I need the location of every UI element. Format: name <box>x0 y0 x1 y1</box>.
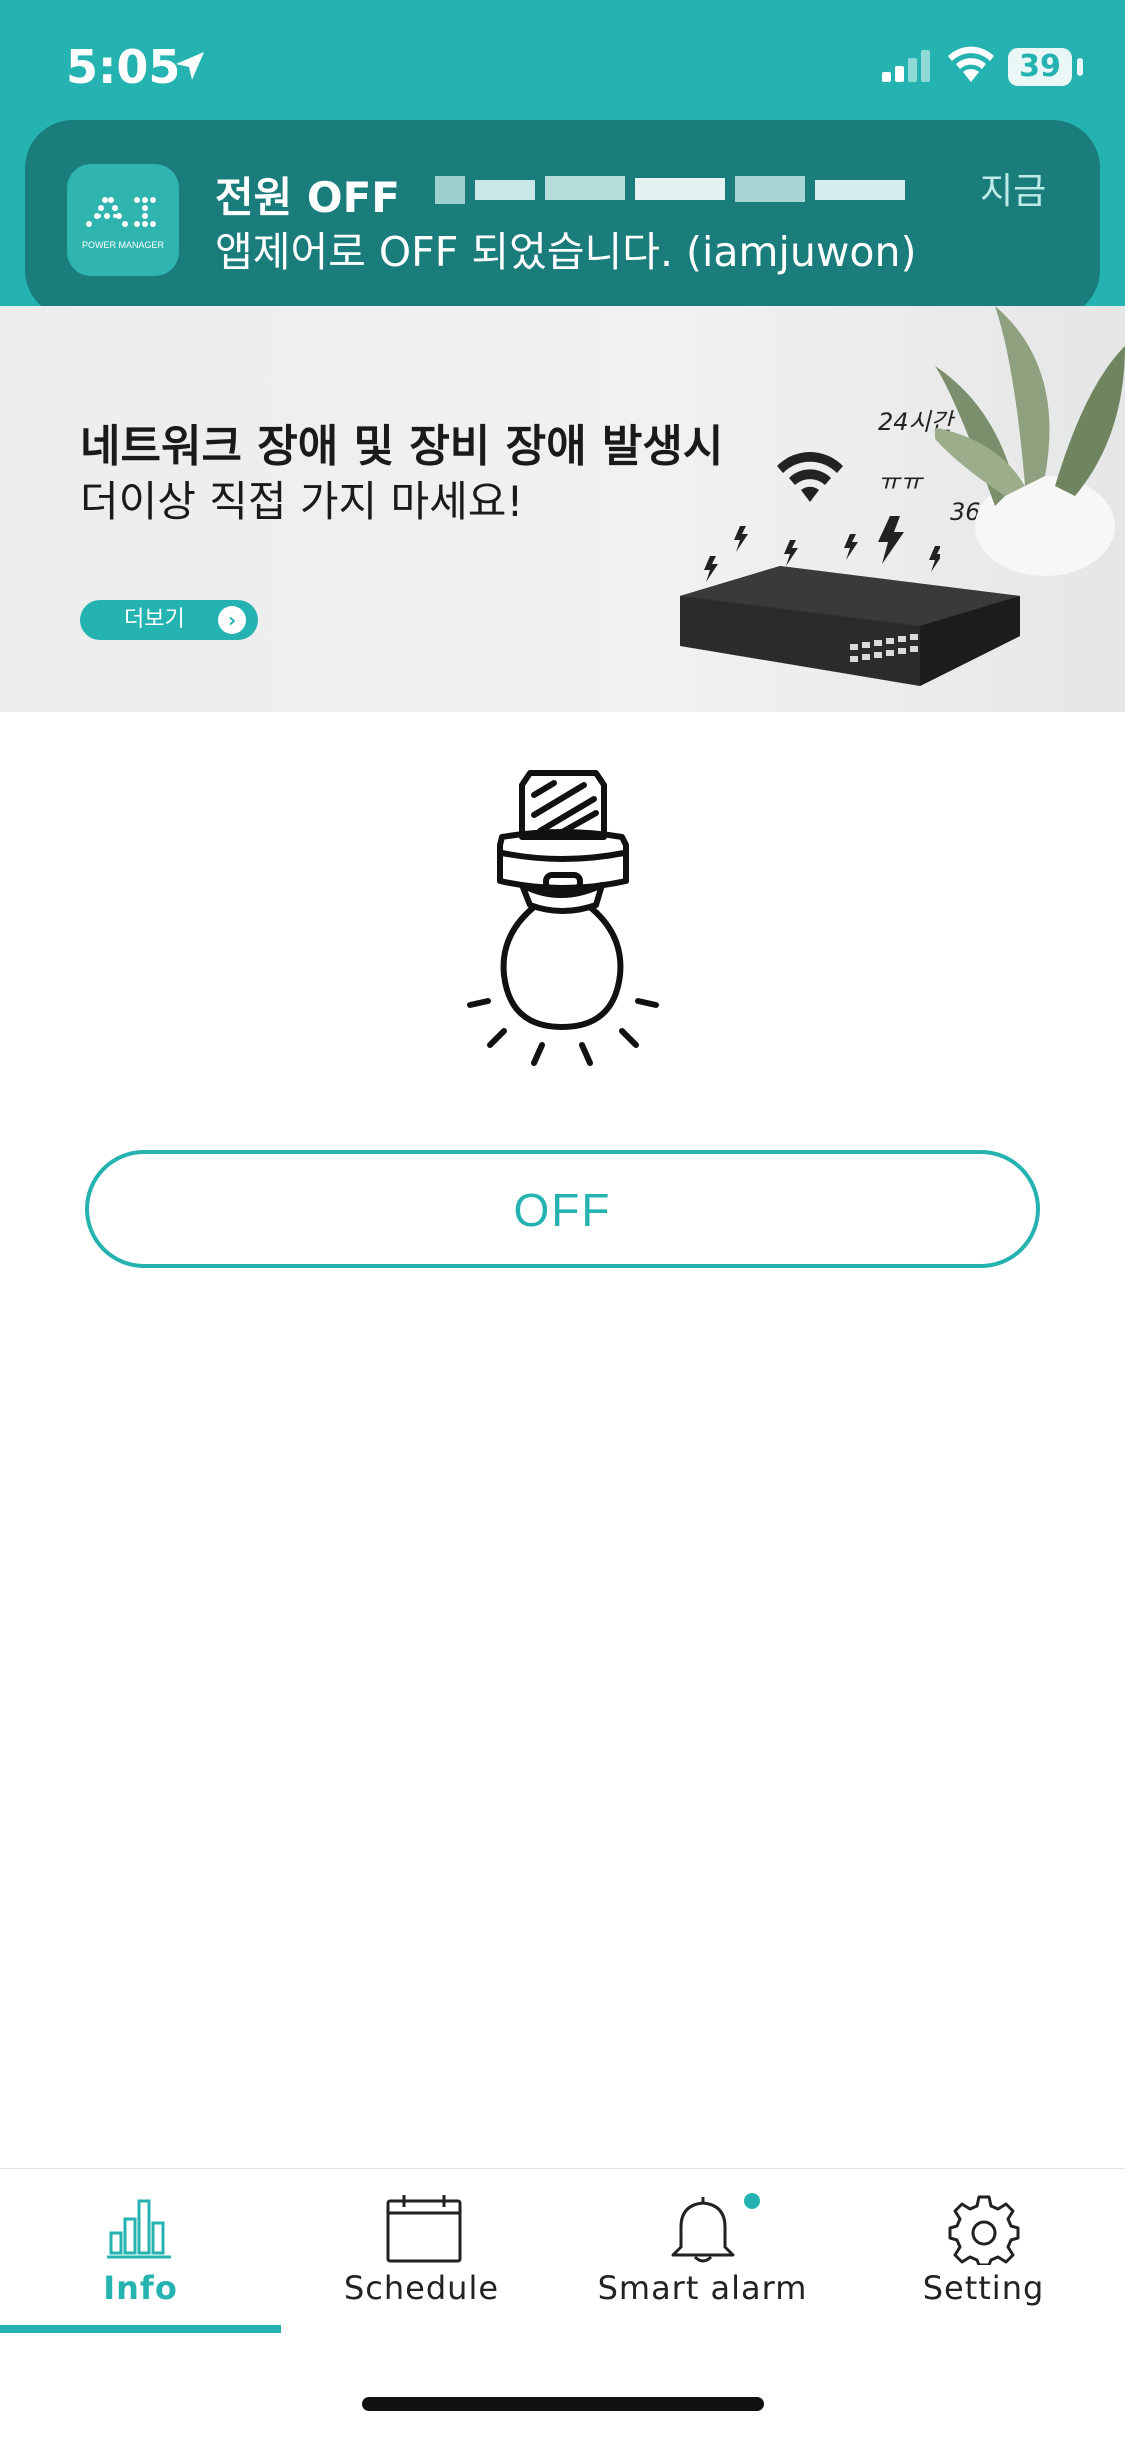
calendar-icon <box>386 2195 462 2263</box>
bar-chart-icon <box>107 2199 171 2259</box>
battery-indicator: 39 <box>1008 48 1072 86</box>
plant-illustration <box>935 306 1125 576</box>
wifi-illustration-icon <box>777 452 843 502</box>
promo-banner[interactable]: 네트워크 장애 및 장비 장애 발생시 더이상 직접 가지 마세요! 더보기 ›… <box>0 306 1125 712</box>
location-arrow-icon <box>176 52 204 80</box>
home-indicator[interactable] <box>362 2397 764 2411</box>
bulb-socket-icon <box>467 770 659 1066</box>
tab-setting[interactable]: Setting <box>843 2169 1124 2329</box>
annotation-crying: ㅠㅠ <box>878 468 923 496</box>
tab-smart-alarm[interactable]: Smart alarm <box>562 2169 843 2329</box>
notification-title: 전원 OFF <box>215 173 400 222</box>
gear-icon <box>948 2195 1020 2265</box>
power-toggle-button[interactable]: OFF <box>85 1150 1040 1268</box>
tab-setting-label: Setting <box>922 2269 1045 2307</box>
notification-time: 지금 <box>980 171 1047 212</box>
app-icon-subtext: POWER MANAGER <box>82 240 165 250</box>
tab-schedule-label: Schedule <box>343 2269 500 2307</box>
bottom-tab-bar: Info Schedule Smart alarm Setting <box>0 2168 1125 2437</box>
tab-smart-alarm-label: Smart alarm <box>597 2269 808 2307</box>
banner-title: 네트워크 장애 및 장비 장애 발생시 <box>80 421 724 472</box>
battery-tip <box>1077 58 1083 76</box>
active-tab-indicator <box>0 2325 281 2333</box>
alarm-notification-dot <box>744 2193 760 2209</box>
tab-info-label: Info <box>103 2269 178 2307</box>
more-button-label: 더보기 <box>124 607 185 632</box>
notification-body: 앱제어로 OFF 되었습니다. (iamjuwon) <box>215 228 917 276</box>
ai-power-manager-logo: POWER MANAGER <box>82 197 165 250</box>
tab-info[interactable]: Info <box>0 2169 281 2333</box>
wifi-icon <box>948 46 994 82</box>
more-button[interactable]: 더보기 › <box>80 600 258 640</box>
banner-subtitle: 더이상 직접 가지 마세요! <box>80 477 524 526</box>
status-time: 5:05 <box>66 40 181 94</box>
tab-schedule[interactable]: Schedule <box>281 2169 562 2329</box>
chevron-right-icon: › <box>218 606 246 634</box>
cellular-signal-icon <box>882 50 930 82</box>
push-notification[interactable]: POWER MANAGER 전원 OFF 앱제어로 OFF 되었습니다. (ia… <box>25 120 1100 318</box>
bell-icon <box>671 2197 735 2263</box>
app-icon: POWER MANAGER <box>67 164 179 276</box>
redacted-device-name <box>435 176 905 204</box>
